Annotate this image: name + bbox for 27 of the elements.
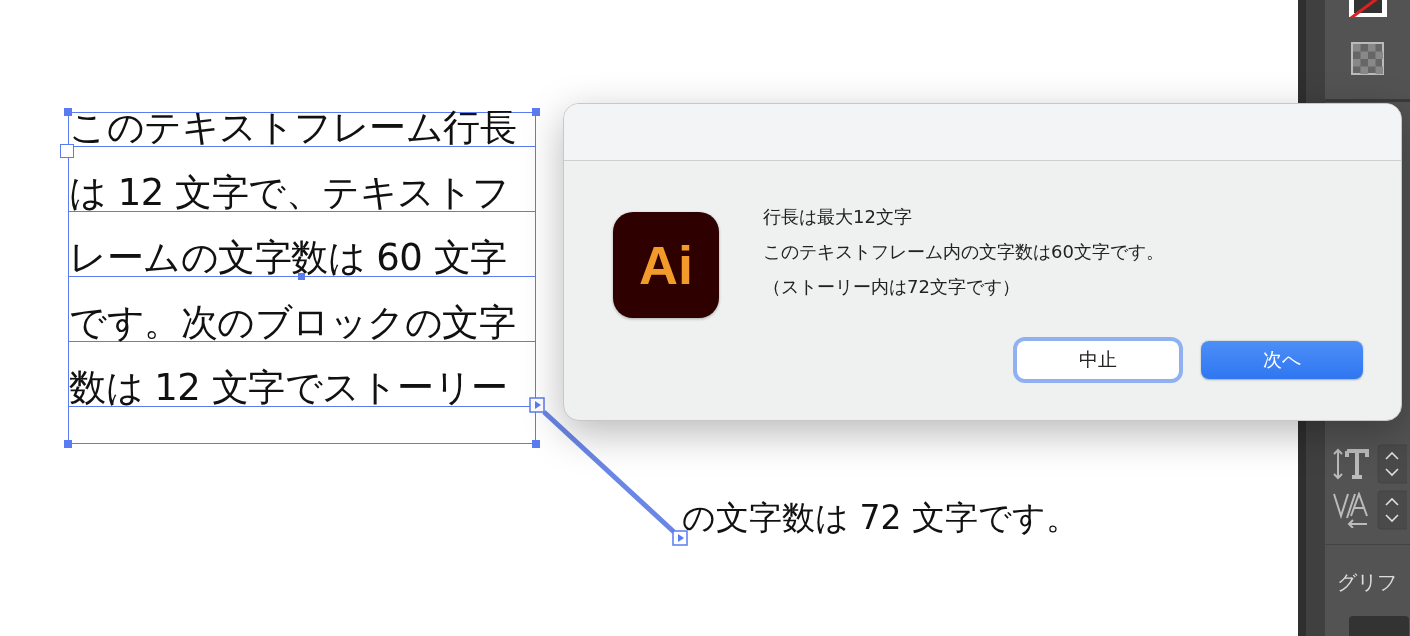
dialog-message: （ストーリー内は72文字です） [763, 275, 1021, 299]
text-frame[interactable]: このテキストフレーム行長 は 12 文字で、テキストフ レームの文字数は 60 文字 です。次のブロックの文字 数は 12 文字でストーリー [68, 112, 536, 444]
spinner-icon[interactable] [1377, 490, 1407, 531]
selection-handle[interactable] [64, 440, 72, 448]
text-line: です。次のブロックの文字 [69, 304, 515, 341]
selection-handle[interactable] [64, 108, 72, 116]
panel-label: グリフ [1336, 569, 1398, 597]
text-line: このテキストフレーム行長 [69, 109, 516, 146]
text-line: の文字数は 72 文字です。 [682, 498, 1079, 537]
dialog-message: このテキストフレーム内の文字数は60文字です。 [763, 240, 1164, 264]
app-logo: Ai [613, 212, 719, 318]
transparency-grid-icon[interactable] [1351, 42, 1384, 75]
dialog-button[interactable]: 次へ [1201, 341, 1363, 379]
dialog-message: 行長は最大12文字 [763, 205, 913, 229]
in-port-icon[interactable] [672, 530, 688, 546]
spinner-icon[interactable] [1377, 444, 1407, 485]
text-line: は 12 文字で、テキストフ [69, 174, 510, 211]
stroke-swatch-icon[interactable] [1347, 0, 1388, 18]
selection-handle[interactable] [532, 108, 540, 116]
text-line: レームの文字数は 60 文字 [69, 239, 507, 276]
selection-handle[interactable] [298, 273, 305, 280]
text-line: 数は 12 文字でストーリー [69, 369, 508, 406]
leading-icon [1333, 448, 1369, 481]
kerning-icon [1333, 492, 1369, 529]
out-port-icon[interactable] [529, 397, 545, 413]
selection-handle[interactable] [532, 440, 540, 448]
in-port-handle[interactable] [60, 144, 74, 158]
